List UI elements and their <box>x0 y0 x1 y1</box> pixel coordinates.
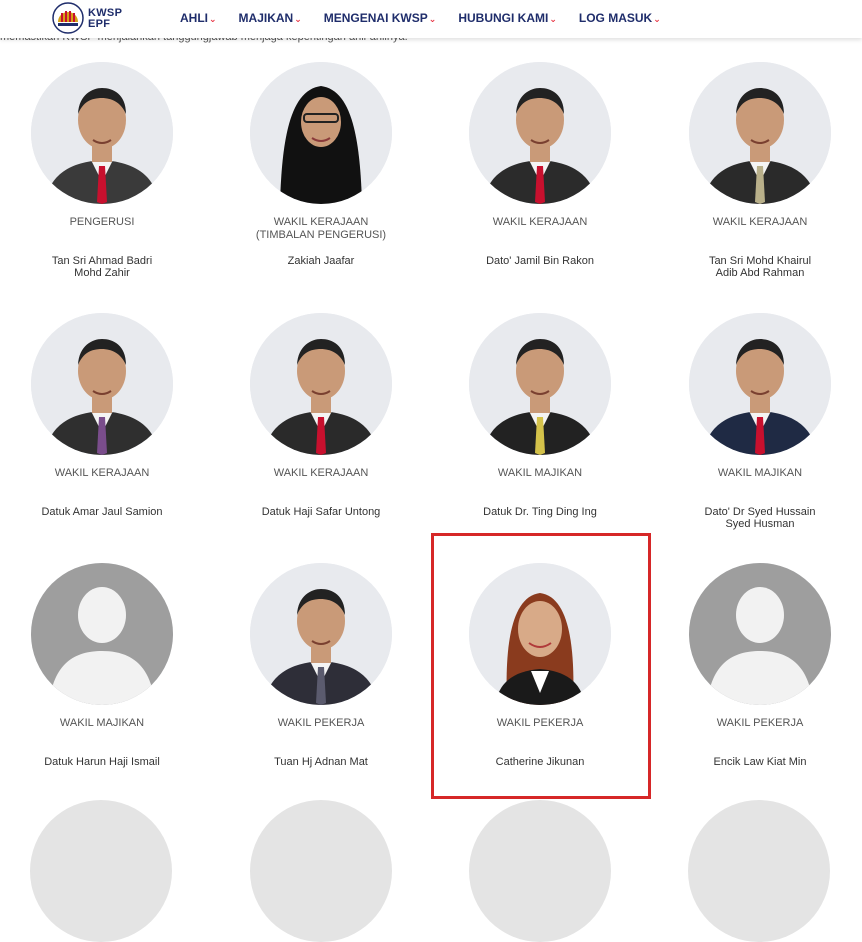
nav-item-ahli[interactable]: AHLI⌄ <box>180 11 217 25</box>
member-photo-partial <box>688 800 830 942</box>
member-name: Datuk Harun Haji Ismail <box>44 756 160 768</box>
nav-item-majikan[interactable]: MAJIKAN⌄ <box>239 11 302 25</box>
member-photo[interactable] <box>469 62 611 204</box>
kwsp-logo[interactable]: KWSP EPF <box>52 2 132 34</box>
main-nav: AHLI⌄ MAJIKAN⌄ MENGENAI KWSP⌄ HUBUNGI KA… <box>180 11 683 25</box>
chevron-down-icon: ⌄ <box>294 14 302 24</box>
member-name: Dato' Dr Syed Hussain Syed Husman <box>704 506 816 530</box>
member-photo[interactable] <box>469 313 611 455</box>
member-name: Datuk Haji Safar Untong <box>261 506 381 518</box>
member-name: Tan Sri Mohd Khairul Adib Abd Rahman <box>708 255 812 279</box>
member-name: Tuan Hj Adnan Mat <box>274 756 368 768</box>
member-name: Zakiah Jaafar <box>287 255 355 267</box>
member-role: WAKIL KERAJAAN <box>492 216 588 228</box>
member-photo[interactable] <box>250 62 392 204</box>
nav-item-label: LOG MASUK <box>578 11 653 25</box>
member-role: WAKIL KERAJAAN <box>54 467 150 479</box>
nav-item-log-masuk[interactable]: LOG MASUK⌄ <box>579 11 661 25</box>
nav-item-mengenai-kwsp[interactable]: MENGENAI KWSP⌄ <box>324 11 437 25</box>
kwsp-emblem-icon <box>52 2 84 34</box>
member-name: Dato' Jamil Bin Rakon <box>486 255 594 267</box>
member-photo[interactable] <box>250 313 392 455</box>
member-role: WAKIL KERAJAAN (TIMBALAN PENGERUSI) <box>255 216 387 241</box>
member-role: WAKIL KERAJAAN <box>273 467 369 479</box>
member-role: WAKIL MAJIKAN <box>717 467 803 479</box>
nav-item-label: HUBUNGI KAMI <box>458 11 549 25</box>
member-role: WAKIL PEKERJA <box>277 717 365 729</box>
member-name: Datuk Dr. Ting Ding Ing <box>483 506 597 518</box>
member-photo-partial <box>250 800 392 942</box>
member-role: WAKIL KERAJAAN <box>712 216 808 228</box>
member-role: WAKIL PEKERJA <box>716 717 804 729</box>
member-role: PENGERUSI <box>69 216 135 228</box>
member-name: Encik Law Kiat Min <box>713 756 807 768</box>
member-name: Datuk Amar Jaul Samion <box>41 506 163 518</box>
nav-item-label: AHLI <box>180 11 208 25</box>
placeholder-avatar-icon[interactable] <box>689 563 831 705</box>
site-header: KWSP EPF AHLI⌄ MAJIKAN⌄ MENGENAI KWSP⌄ H… <box>0 0 862 38</box>
chevron-down-icon: ⌄ <box>209 14 217 24</box>
member-photo[interactable] <box>689 62 831 204</box>
member-name: Tan Sri Ahmad Badri Mohd Zahir <box>51 255 153 279</box>
chevron-down-icon: ⌄ <box>549 14 557 24</box>
chevron-down-icon: ⌄ <box>428 14 437 24</box>
logo-text: KWSP EPF <box>88 8 122 30</box>
nav-item-hubungi-kami[interactable]: HUBUNGI KAMI⌄ <box>458 11 557 25</box>
placeholder-avatar-icon[interactable] <box>31 563 173 705</box>
member-photo[interactable] <box>250 563 392 705</box>
selected-member-highlight <box>431 533 651 799</box>
member-photo-partial <box>30 800 172 942</box>
member-role: WAKIL MAJIKAN <box>497 467 583 479</box>
chevron-down-icon: ⌄ <box>653 14 661 24</box>
nav-item-label: MAJIKAN <box>238 11 294 25</box>
member-photo-partial <box>469 800 611 942</box>
nav-item-label: MENGENAI KWSP <box>323 11 428 25</box>
member-photo[interactable] <box>689 313 831 455</box>
member-photo[interactable] <box>31 313 173 455</box>
member-photo[interactable] <box>31 62 173 204</box>
logo-text-epf: EPF <box>88 18 111 30</box>
member-role: WAKIL MAJIKAN <box>59 717 145 729</box>
